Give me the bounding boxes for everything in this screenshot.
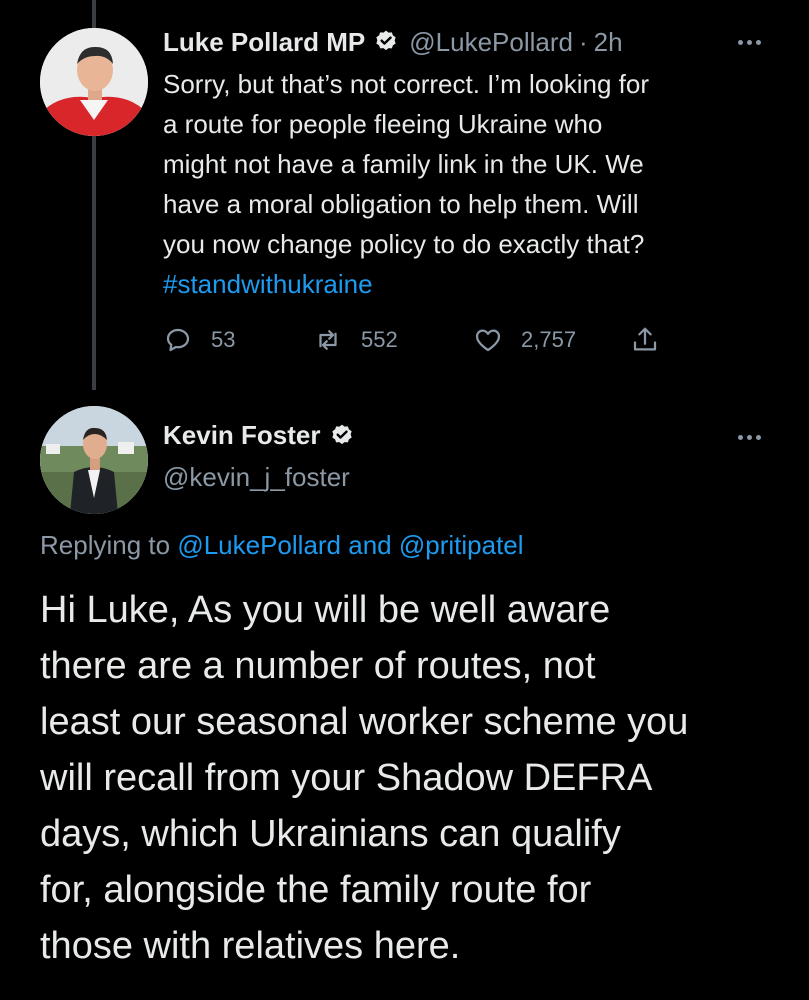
author-name[interactable]: Luke Pollard MP bbox=[163, 27, 365, 58]
like-button[interactable]: 2,757 bbox=[473, 320, 576, 360]
tweet-text-line: Hi Luke, As you will be well aware bbox=[40, 589, 611, 631]
more-options-icon[interactable] bbox=[733, 36, 765, 48]
tweet-text-line: days, which Ukrainians can qualify bbox=[40, 813, 621, 855]
author-name[interactable]: Kevin Foster bbox=[163, 420, 321, 451]
kevin-foster-avatar[interactable] bbox=[40, 406, 148, 514]
share-icon bbox=[633, 327, 657, 351]
replying-user-link[interactable]: @LukePollard bbox=[177, 530, 341, 560]
separator-dot: · bbox=[578, 26, 588, 57]
tweet-text-line: might not have a family link in the UK. … bbox=[163, 149, 644, 179]
avatar-photo bbox=[40, 28, 148, 136]
replying-user-link[interactable]: @pritipatel bbox=[399, 530, 524, 560]
tweet-text-line: least our seasonal worker scheme you bbox=[40, 701, 689, 743]
avatar-photo bbox=[40, 406, 148, 514]
reply-button[interactable]: 53 bbox=[163, 320, 235, 360]
luke-pollard-avatar[interactable] bbox=[40, 28, 148, 136]
replying-and[interactable]: and bbox=[341, 530, 399, 560]
verified-badge-icon bbox=[373, 29, 399, 55]
tweet-text-line: will recall from your Shadow DEFRA bbox=[40, 757, 653, 799]
share-button[interactable] bbox=[630, 320, 660, 360]
tweet2-text: Hi Luke, As you will be well aware there… bbox=[40, 582, 790, 974]
verified-badge-icon bbox=[329, 423, 355, 449]
tweet-text-line: a route for people fleeing Ukraine who bbox=[163, 109, 603, 139]
retweet-count: 552 bbox=[361, 327, 398, 352]
replying-to-line: Replying to @LukePollard and @pritipatel bbox=[40, 530, 524, 561]
tweet-text-line: Sorry, but that’s not correct. I’m looki… bbox=[163, 69, 650, 99]
tweet1-text: Sorry, but that’s not correct. I’m looki… bbox=[163, 64, 783, 304]
tweet1-header: Luke Pollard MP @LukePollard · 2h bbox=[163, 22, 623, 62]
retweet-icon bbox=[319, 330, 337, 350]
replying-prefix: Replying to bbox=[40, 530, 178, 560]
tweet-text-line: there are a number of routes, not bbox=[40, 645, 596, 687]
tweet-text-line: you now change policy to do exactly that… bbox=[163, 229, 645, 259]
tweet-actions-bar: 53 552 2,757 bbox=[163, 320, 683, 360]
author-handle[interactable]: @LukePollard bbox=[409, 27, 573, 58]
tweet2-header: Kevin Foster bbox=[163, 420, 355, 451]
reply-count: 53 bbox=[211, 327, 236, 352]
hashtag-link[interactable]: #standwithukraine bbox=[163, 269, 373, 299]
retweet-button[interactable]: 552 bbox=[313, 320, 398, 360]
tweet-text-line: those with relatives here. bbox=[40, 925, 461, 967]
tweet-text-line: have a moral obligation to help them. Wi… bbox=[163, 189, 639, 219]
reply-icon bbox=[166, 328, 190, 352]
author-handle[interactable]: @kevin_j_foster bbox=[163, 462, 350, 493]
like-count: 2,757 bbox=[521, 327, 577, 352]
tweet-timestamp[interactable]: 2h bbox=[594, 27, 623, 58]
heart-icon bbox=[475, 329, 501, 352]
more-options-icon[interactable] bbox=[733, 431, 765, 443]
tweet-text-line: for, alongside the family route for bbox=[40, 869, 592, 911]
